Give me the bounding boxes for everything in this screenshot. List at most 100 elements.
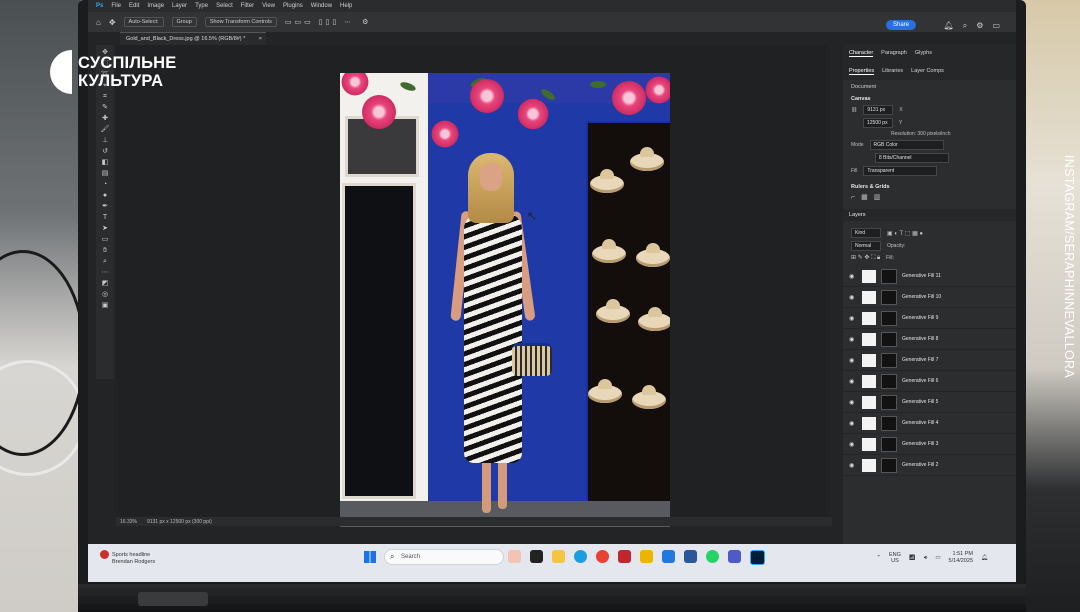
layer-mask[interactable] bbox=[881, 457, 897, 473]
layer-row[interactable]: ◉ Generative Fill 6 bbox=[843, 371, 1016, 392]
eye-icon[interactable]: ◉ bbox=[849, 399, 857, 406]
layer-row[interactable]: ◉ Generative Fill 8 bbox=[843, 329, 1016, 350]
layer-row[interactable]: ◉ Generative Fill 4 bbox=[843, 413, 1016, 434]
layer-row[interactable]: ◉ Generative Fill 11 bbox=[843, 266, 1016, 287]
share-button[interactable]: Share bbox=[885, 20, 916, 30]
rulers-grids-header[interactable]: Rulers & Grids bbox=[851, 184, 1008, 190]
menu-type[interactable]: Type bbox=[195, 3, 208, 9]
layer-row[interactable]: ◉ Generative Fill 10 bbox=[843, 287, 1016, 308]
layers-title[interactable]: Layers bbox=[849, 212, 866, 218]
whatsapp-icon[interactable] bbox=[706, 550, 719, 563]
eye-icon[interactable]: ◉ bbox=[849, 420, 857, 427]
eye-icon[interactable]: ◉ bbox=[849, 294, 857, 301]
zoom-level[interactable]: 16.33% bbox=[120, 519, 137, 525]
bit-depth-select[interactable]: 8 Bits/Channel bbox=[875, 153, 949, 163]
menu-image[interactable]: Image bbox=[147, 3, 164, 9]
gear-icon[interactable]: ⚙ bbox=[976, 21, 983, 31]
layer-name[interactable]: Generative Fill 8 bbox=[902, 336, 938, 342]
layer-mask[interactable] bbox=[881, 268, 897, 284]
ruler-icon[interactable]: ⌐ bbox=[851, 194, 855, 201]
lock-icons[interactable]: ⊞ ✎ ✥ ⛶ 🔒︎ bbox=[851, 254, 880, 262]
wifi-icon[interactable]: 📶︎ bbox=[909, 555, 916, 561]
align-icons[interactable]: ▭▭▭ ▯▯▯ ⋯ bbox=[285, 18, 354, 26]
layer-name[interactable]: Generative Fill 2 bbox=[902, 462, 938, 468]
mcafee-icon[interactable] bbox=[618, 550, 631, 563]
chrome-icon[interactable] bbox=[596, 550, 609, 563]
menu-select[interactable]: Select bbox=[216, 3, 233, 9]
layer-name[interactable]: Generative Fill 9 bbox=[902, 315, 938, 321]
task-view-icon[interactable] bbox=[530, 550, 543, 563]
menu-layer[interactable]: Layer bbox=[172, 3, 187, 9]
eye-icon[interactable]: ◉ bbox=[849, 378, 857, 385]
layer-name[interactable]: Generative Fill 7 bbox=[902, 357, 938, 363]
hand-tool-icon[interactable]: ✋︎ bbox=[100, 247, 110, 255]
clock[interactable]: 1:51 PM 5/14/2025 bbox=[949, 551, 973, 565]
windows-start-icon[interactable] bbox=[364, 551, 376, 563]
mode-select[interactable]: RGB Color bbox=[869, 140, 944, 150]
layer-name[interactable]: Generative Fill 5 bbox=[902, 399, 938, 405]
group-select[interactable]: Group bbox=[171, 17, 197, 27]
tab-properties[interactable]: Properties bbox=[849, 68, 875, 75]
screen-mode-icon[interactable]: ▣ bbox=[100, 302, 110, 310]
layer-mask[interactable] bbox=[881, 394, 897, 410]
teams-icon[interactable] bbox=[728, 550, 741, 563]
close-tab-icon[interactable]: × bbox=[259, 36, 262, 42]
menu-window[interactable]: Window bbox=[311, 3, 332, 9]
sticky-notes-icon[interactable] bbox=[640, 550, 653, 563]
layer-name[interactable]: Generative Fill 10 bbox=[902, 294, 941, 300]
crop-tool-icon[interactable]: ⌗ bbox=[100, 93, 110, 101]
layer-mask[interactable] bbox=[881, 331, 897, 347]
link-icon[interactable]: ⛓ bbox=[851, 107, 857, 113]
news-widget[interactable]: Sports headline Brendan Rodgers bbox=[100, 550, 155, 566]
volume-icon[interactable]: 🔊︎ bbox=[924, 555, 927, 562]
tab-glyphs[interactable]: Glyphs bbox=[915, 50, 932, 56]
layer-row[interactable]: ◉ Generative Fill 2 bbox=[843, 455, 1016, 476]
gradient-tool-icon[interactable]: ▤ bbox=[100, 170, 110, 178]
layer-filter-select[interactable]: Kind bbox=[851, 228, 881, 238]
menu-filter[interactable]: Filter bbox=[241, 3, 254, 9]
workspace-icon[interactable]: ▭ bbox=[992, 21, 1000, 31]
fill-select[interactable]: Transparent bbox=[863, 166, 938, 176]
menu-edit[interactable]: Edit bbox=[129, 3, 139, 9]
width-field[interactable]: 9131 px bbox=[863, 105, 894, 115]
blur-tool-icon[interactable]: ◔ bbox=[100, 181, 110, 189]
dodge-tool-icon[interactable]: ● bbox=[100, 192, 110, 200]
blend-mode-select[interactable]: Normal bbox=[851, 241, 881, 251]
height-field[interactable]: 12500 px bbox=[863, 118, 893, 128]
eyedropper-tool-icon[interactable]: ✎ bbox=[100, 104, 110, 112]
menu-plugins[interactable]: Plugins bbox=[283, 3, 303, 9]
history-brush-icon[interactable]: ↺ bbox=[100, 148, 110, 156]
layer-name[interactable]: Generative Fill 4 bbox=[902, 420, 938, 426]
layer-name[interactable]: Generative Fill 6 bbox=[902, 378, 938, 384]
quick-mask-icon[interactable]: ◎ bbox=[100, 291, 110, 299]
layer-mask[interactable] bbox=[881, 373, 897, 389]
tab-layer-comps[interactable]: Layer Comps bbox=[911, 68, 944, 74]
pen-tool-icon[interactable]: ✒ bbox=[100, 203, 110, 211]
layer-row[interactable]: ◉ Generative Fill 9 bbox=[843, 308, 1016, 329]
photoshop-icon[interactable] bbox=[750, 550, 765, 565]
eraser-tool-icon[interactable]: ◧ bbox=[100, 159, 110, 167]
layer-mask[interactable] bbox=[881, 352, 897, 368]
canvas-header[interactable]: Canvas bbox=[851, 96, 1008, 102]
chevron-up-icon[interactable]: ⌃ bbox=[876, 555, 881, 561]
stamp-tool-icon[interactable]: ⊥ bbox=[100, 137, 110, 145]
bell-icon[interactable]: 🔔︎ bbox=[944, 21, 954, 31]
settings-icon[interactable]: ⚙ bbox=[362, 18, 368, 26]
language-indicator[interactable]: ENG US bbox=[889, 552, 901, 564]
layer-name[interactable]: Generative Fill 3 bbox=[902, 441, 938, 447]
outlook-icon[interactable] bbox=[684, 550, 697, 563]
layer-mask[interactable] bbox=[881, 436, 897, 452]
more-tools-icon[interactable]: ⋯ bbox=[100, 269, 110, 277]
layer-mask[interactable] bbox=[881, 415, 897, 431]
battery-icon[interactable]: ▭ bbox=[935, 555, 940, 561]
edge-icon[interactable] bbox=[574, 550, 587, 563]
layer-row[interactable]: ◉ Generative Fill 3 bbox=[843, 434, 1016, 455]
zoom-tool-icon[interactable]: ⌕ bbox=[100, 258, 110, 266]
copilot-icon[interactable] bbox=[508, 550, 521, 563]
eye-icon[interactable]: ◉ bbox=[849, 315, 857, 322]
layer-name[interactable]: Generative Fill 11 bbox=[902, 273, 941, 279]
grid-icon[interactable]: ▦ bbox=[861, 193, 868, 201]
store-icon[interactable] bbox=[662, 550, 675, 563]
auto-select-checkbox[interactable]: Auto-Select: bbox=[123, 17, 164, 27]
tab-character[interactable]: Character bbox=[849, 50, 874, 57]
